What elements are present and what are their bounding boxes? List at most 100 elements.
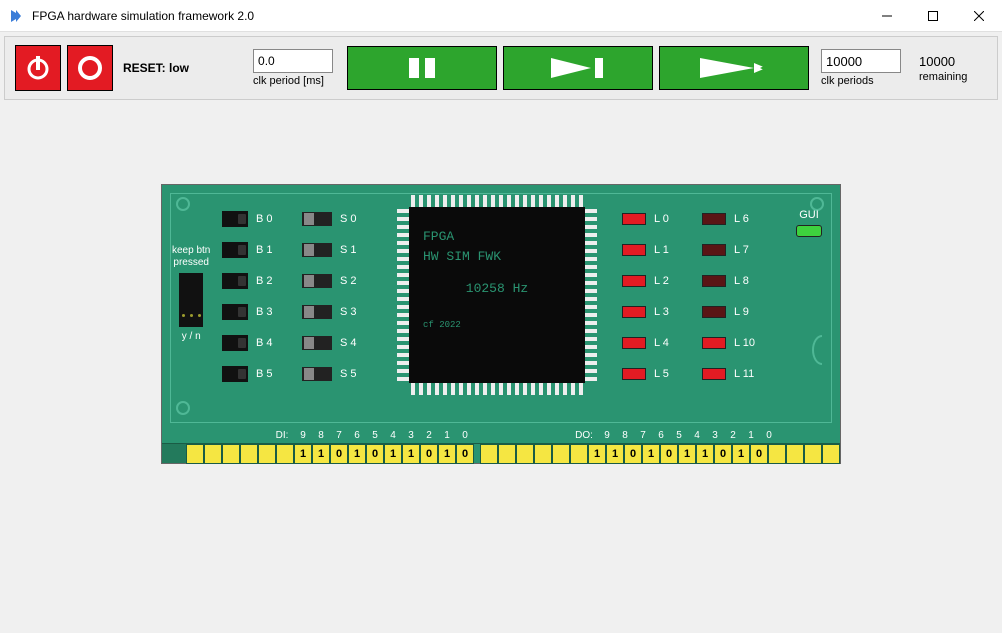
led-l0 — [622, 213, 646, 225]
di-cell-4[interactable]: 1 — [384, 444, 402, 464]
window-titlebar: FPGA hardware simulation framework 2.0 — [0, 0, 1002, 32]
io-cell-blank — [534, 444, 552, 464]
fpga-chip: FPGA HW SIM FWK 10258 Hz cf 2022 — [397, 195, 597, 395]
remaining-value: 10000 — [919, 54, 955, 69]
close-button[interactable] — [956, 0, 1002, 32]
step-button[interactable] — [503, 46, 653, 90]
io-cell-blank — [480, 444, 498, 464]
led-l11 — [702, 368, 726, 380]
io-cell-blank — [570, 444, 588, 464]
run-button[interactable] — [659, 46, 809, 90]
pcb-board: keep btnpressed y / n B 0B 1B 2B 3B 4B 5… — [161, 184, 841, 464]
hw-button-b0[interactable] — [222, 211, 248, 227]
hw-switch-s2[interactable] — [302, 274, 332, 288]
hw-switch-label: S 5 — [340, 368, 357, 380]
led-l4 — [622, 337, 646, 349]
led-label: L 8 — [734, 275, 749, 287]
led-label: L 6 — [734, 213, 749, 225]
do-cell-7: 0 — [624, 444, 642, 464]
hw-button-b4[interactable] — [222, 335, 248, 351]
screw-hole-icon — [176, 197, 190, 211]
led-label: L 10 — [734, 337, 755, 349]
di-cell-6[interactable]: 1 — [348, 444, 366, 464]
hw-button-label: B 5 — [256, 368, 273, 380]
window-title: FPGA hardware simulation framework 2.0 — [32, 9, 864, 23]
keep-btn-toggle[interactable] — [179, 273, 203, 327]
step-icon — [543, 53, 613, 83]
di-cell-7[interactable]: 0 — [330, 444, 348, 464]
chip-name-line1: FPGA — [423, 227, 571, 247]
led-l9 — [702, 306, 726, 318]
hw-button-label: B 0 — [256, 213, 273, 225]
hw-switch-s0[interactable] — [302, 212, 332, 226]
clk-period-input[interactable] — [253, 49, 333, 73]
led-l1 — [622, 244, 646, 256]
do-cell-8: 1 — [606, 444, 624, 464]
io-cell-blank — [258, 444, 276, 464]
led-l8 — [702, 275, 726, 287]
power-button[interactable] — [15, 45, 61, 91]
io-cell-blank — [768, 444, 786, 464]
hw-button-b5[interactable] — [222, 366, 248, 382]
keep-btn-label: keep btnpressed — [172, 245, 210, 269]
hw-switch-s5[interactable] — [302, 367, 332, 381]
toolbar: RESET: low clk period [ms] clk periods 1… — [4, 36, 998, 100]
di-cell-8[interactable]: 1 — [312, 444, 330, 464]
di-cell-9[interactable]: 1 — [294, 444, 312, 464]
led-label: L 9 — [734, 306, 749, 318]
hw-switch-label: S 2 — [340, 275, 357, 287]
reset-button[interactable] — [67, 45, 113, 91]
hw-button-b1[interactable] — [222, 242, 248, 258]
do-cell-4: 1 — [678, 444, 696, 464]
hw-button-label: B 3 — [256, 306, 273, 318]
led-label: L 1 — [654, 244, 669, 256]
do-cell-0: 0 — [750, 444, 768, 464]
reset-icon — [75, 53, 105, 83]
led-label: L 4 — [654, 337, 669, 349]
gui-label: GUI — [796, 209, 822, 221]
led-l6 — [702, 213, 726, 225]
io-cell-blank — [204, 444, 222, 464]
di-cell-2[interactable]: 0 — [420, 444, 438, 464]
hw-switch-s4[interactable] — [302, 336, 332, 350]
led-l5 — [622, 368, 646, 380]
io-cell-blank — [498, 444, 516, 464]
screw-hole-icon — [176, 401, 190, 415]
io-cell-blank — [276, 444, 294, 464]
do-cell-1: 1 — [732, 444, 750, 464]
do-cell-3: 1 — [696, 444, 714, 464]
led-l3 — [622, 306, 646, 318]
io-cell-blank — [786, 444, 804, 464]
pause-button[interactable] — [347, 46, 497, 90]
app-icon — [8, 8, 24, 24]
pause-icon — [397, 53, 447, 83]
io-cell-blank — [222, 444, 240, 464]
led-label: L 5 — [654, 368, 669, 380]
di-cell-1[interactable]: 1 — [438, 444, 456, 464]
io-cell-blank — [186, 444, 204, 464]
hw-switch-label: S 3 — [340, 306, 357, 318]
gui-led[interactable] — [796, 225, 822, 237]
led-label: L 3 — [654, 306, 669, 318]
hw-switch-s3[interactable] — [302, 305, 332, 319]
io-cell-blank — [804, 444, 822, 464]
clk-periods-input[interactable] — [821, 49, 901, 73]
hw-switch-label: S 4 — [340, 337, 357, 349]
di-cell-3[interactable]: 1 — [402, 444, 420, 464]
led-l7 — [702, 244, 726, 256]
io-cell-blank — [552, 444, 570, 464]
di-cell-0[interactable]: 0 — [456, 444, 474, 464]
led-l10 — [702, 337, 726, 349]
hw-button-b2[interactable] — [222, 273, 248, 289]
hw-switch-label: S 0 — [340, 213, 357, 225]
power-icon — [23, 53, 53, 83]
hw-switch-s1[interactable] — [302, 243, 332, 257]
di-cell-5[interactable]: 0 — [366, 444, 384, 464]
minimize-button[interactable] — [864, 0, 910, 32]
io-cell-blank — [516, 444, 534, 464]
maximize-button[interactable] — [910, 0, 956, 32]
clk-periods-label: clk periods — [821, 75, 874, 87]
led-l2 — [622, 275, 646, 287]
hw-button-b3[interactable] — [222, 304, 248, 320]
do-cell-2: 0 — [714, 444, 732, 464]
